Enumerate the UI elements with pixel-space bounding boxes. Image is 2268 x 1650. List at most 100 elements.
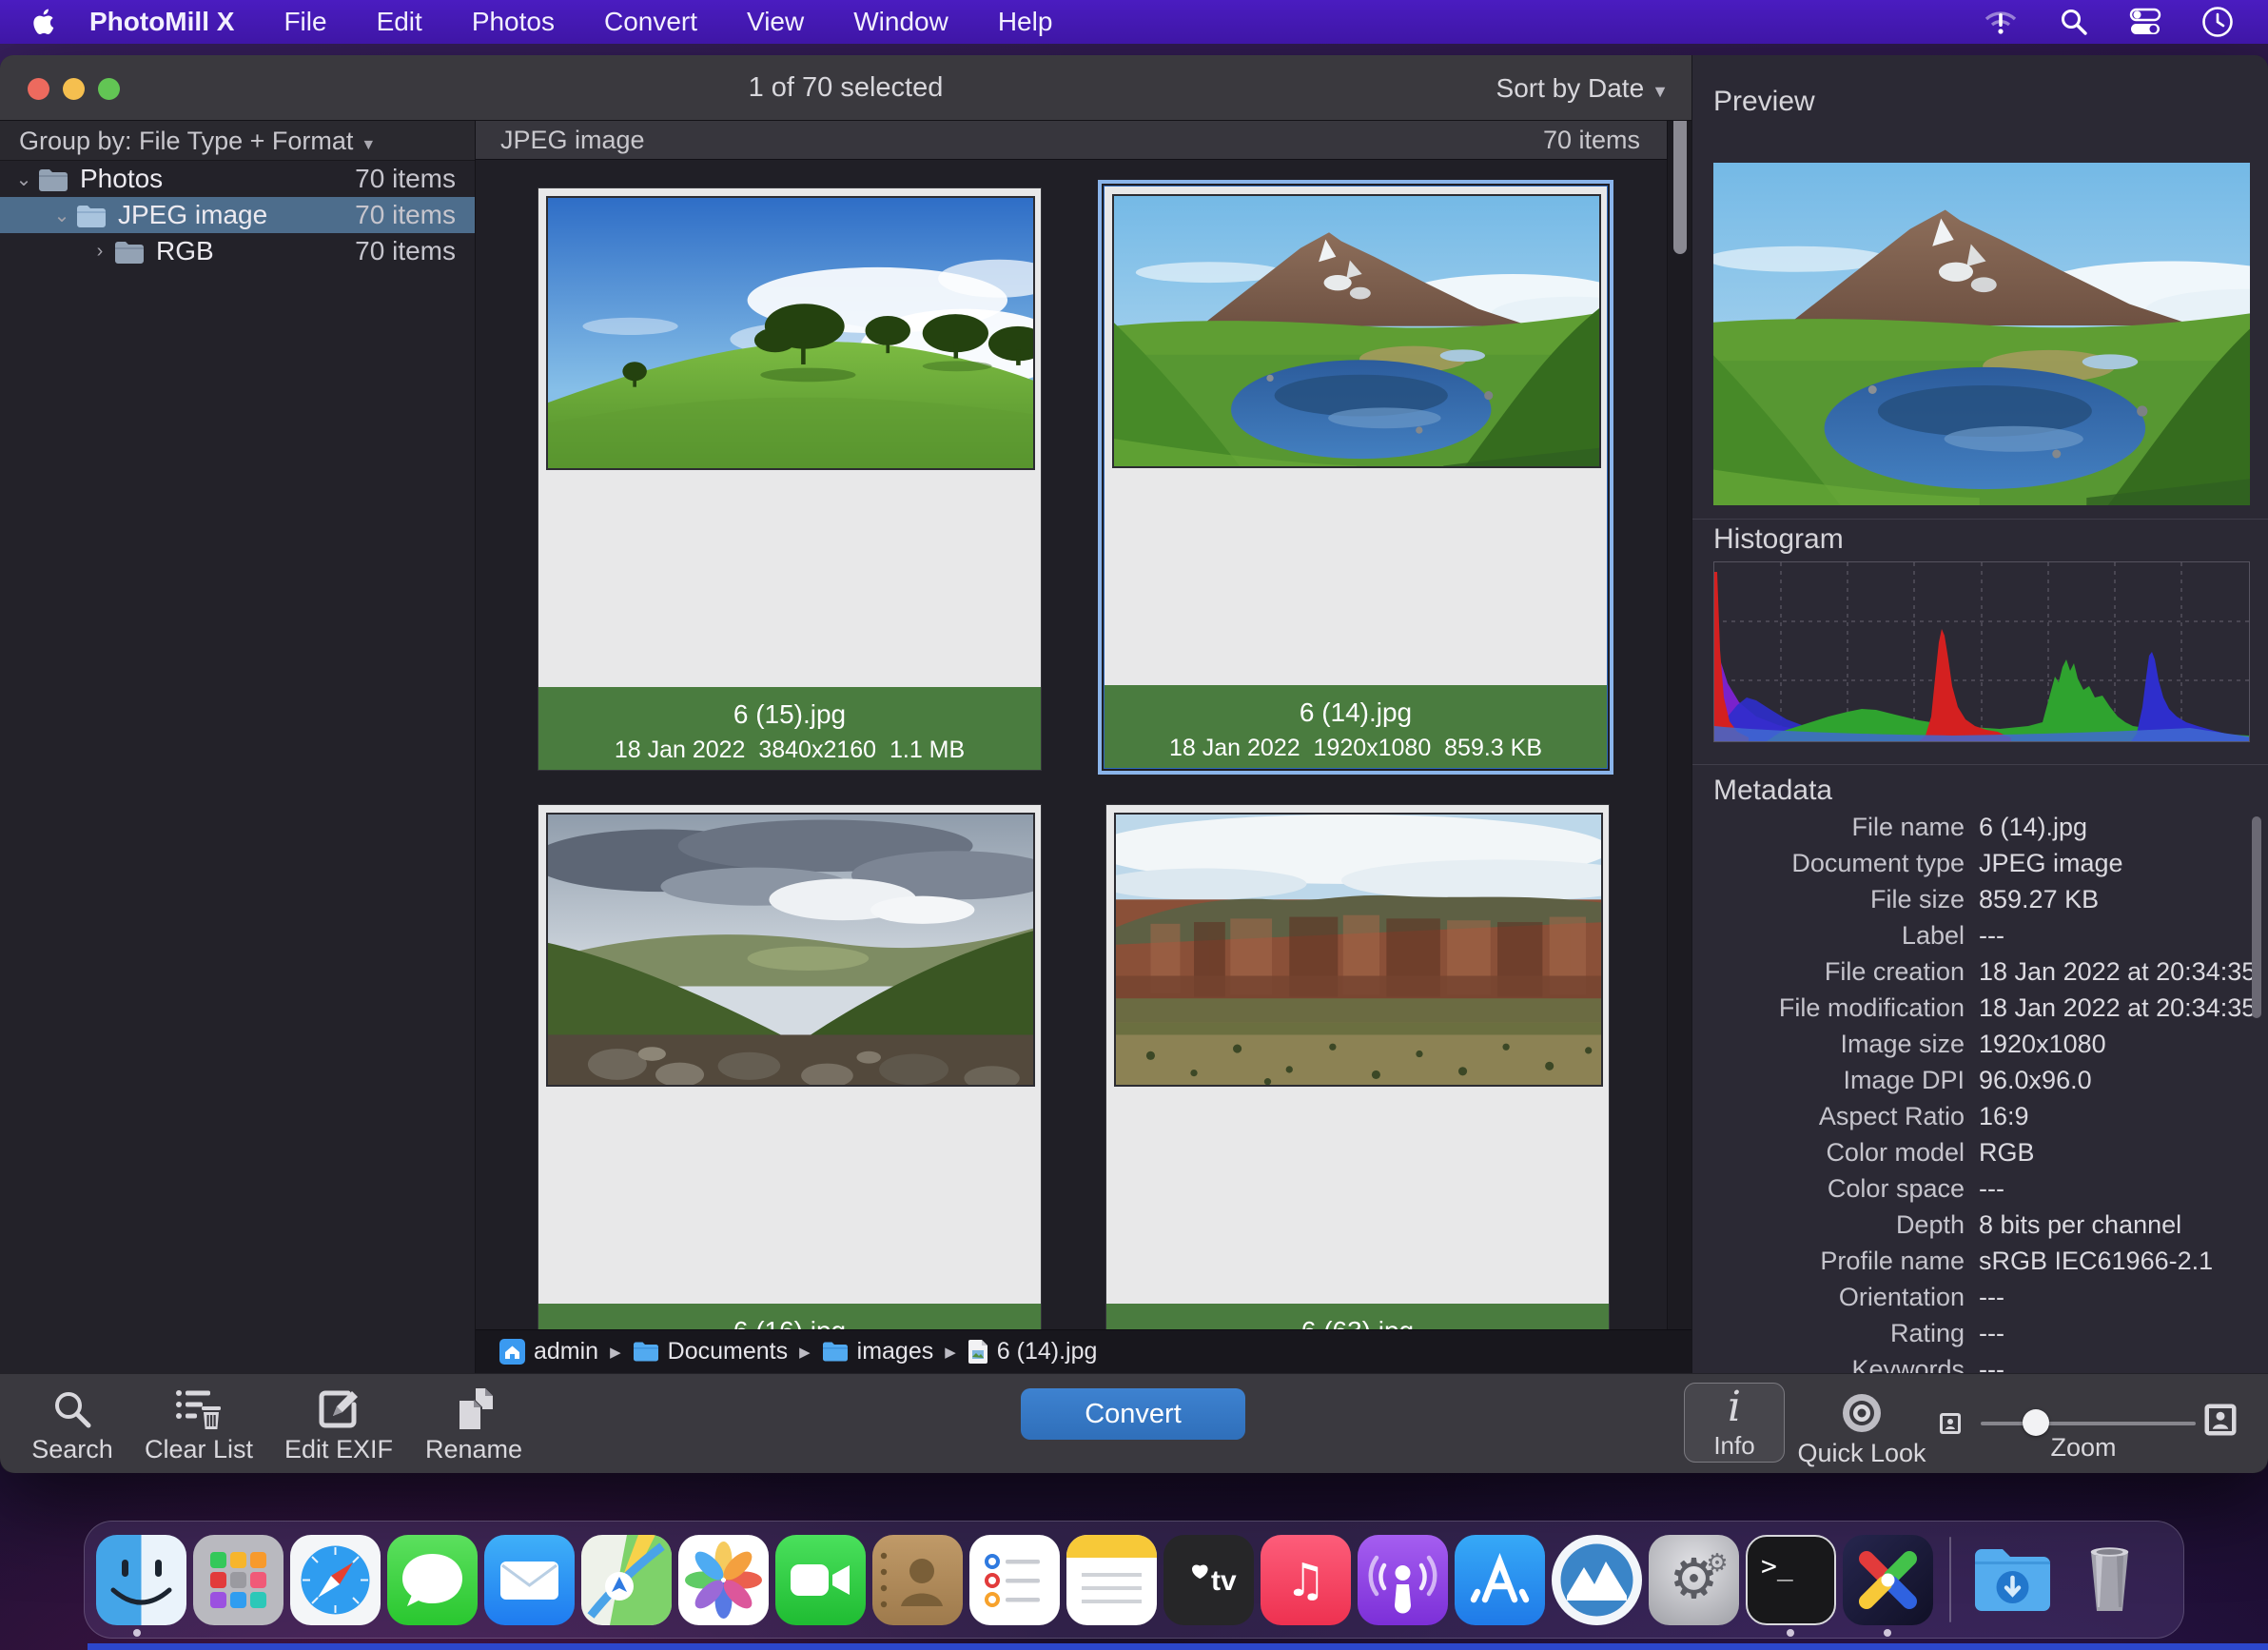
chevron-right-icon[interactable]: › <box>86 241 114 263</box>
photo-card-6-15[interactable]: 6 (15).jpg 18 Jan 2022 3840x2160 1.1 MB <box>538 187 1042 771</box>
chevron-down-icon[interactable]: ⌄ <box>48 204 76 227</box>
dock-podcasts-icon[interactable] <box>1358 1535 1448 1625</box>
zoom-slider-knob[interactable] <box>2023 1409 2049 1436</box>
menu-item-window[interactable]: Window <box>853 7 948 37</box>
dock-appstore-icon[interactable] <box>1455 1535 1545 1625</box>
group-by-button[interactable]: Group by: File Type + Format▼ <box>0 121 475 161</box>
dock: tv ♫ ⚙⚙ >_ <box>84 1521 2184 1639</box>
sidebar-item-jpeg-image[interactable]: ⌄ JPEG image 70 items <box>0 197 475 233</box>
desktop: PhotoMill X File Edit Photos Convert Vie… <box>0 0 2268 1650</box>
breadcrumb-item-file[interactable]: 6 (14).jpg <box>968 1338 1098 1365</box>
inspector-panel: Preview Histogram <box>1691 55 2268 1373</box>
apple-menu-icon[interactable] <box>32 8 57 36</box>
menu-item-view[interactable]: View <box>747 7 804 37</box>
dock-settings-icon[interactable]: ⚙⚙ <box>1649 1535 1739 1625</box>
dock-mail-icon[interactable] <box>484 1535 575 1625</box>
grid-scrollbar-thumb[interactable] <box>1673 121 1687 254</box>
dock-notes-icon[interactable] <box>1066 1535 1157 1625</box>
photo-card-6-63[interactable]: 6 (63).jpg <box>1105 804 1610 1329</box>
sidebar-item-label: JPEG image <box>118 200 267 230</box>
folder-icon <box>76 204 107 227</box>
svg-text:>_: >_ <box>1761 1550 1793 1582</box>
item-count: 70 items <box>355 164 456 194</box>
dock-finder-icon[interactable] <box>96 1535 186 1625</box>
rename-icon <box>407 1385 540 1433</box>
search-button[interactable]: Search <box>11 1374 133 1473</box>
dock-photomill-x-icon[interactable] <box>1843 1535 1933 1625</box>
dock-reminders-icon[interactable] <box>969 1535 1060 1625</box>
wifi-alert-icon[interactable] <box>1983 6 2019 38</box>
dock-messages-icon[interactable] <box>387 1535 478 1625</box>
dock-separator <box>1949 1537 1951 1622</box>
folder-icon <box>822 1341 849 1363</box>
zoom-control: Zoom <box>1922 1374 2264 1473</box>
selection-status: 1 of 70 selected <box>0 55 1691 121</box>
dock-contacts-icon[interactable] <box>872 1535 963 1625</box>
folder-icon <box>114 240 145 264</box>
photo-card-label: 6 (16).jpg <box>538 1304 1041 1329</box>
metadata-row: Color modelRGB <box>1692 1134 2246 1170</box>
clear-list-icon <box>133 1385 264 1433</box>
photo-card-label: 6 (15).jpg 18 Jan 2022 3840x2160 1.1 MB <box>538 687 1041 770</box>
image-file-icon <box>968 1339 988 1365</box>
info-button[interactable]: i Info <box>1684 1383 1785 1463</box>
photo-thumbnail <box>546 813 1035 1087</box>
rename-button[interactable]: Rename <box>407 1374 540 1473</box>
dock-terminal-icon[interactable]: >_ <box>1746 1535 1836 1625</box>
photo-card-6-16[interactable]: 6 (16).jpg <box>538 804 1042 1329</box>
dock-tv-icon[interactable]: tv <box>1163 1535 1254 1625</box>
metadata-row: Image DPI96.0x96.0 <box>1692 1062 2246 1098</box>
quick-look-button[interactable]: Quick Look <box>1794 1383 1929 1463</box>
dock-photomill-icon[interactable] <box>1552 1535 1642 1625</box>
grid-section-header: JPEG image 70 items <box>476 121 1667 160</box>
sort-by-button[interactable]: Sort by Date▼ <box>1496 55 1669 121</box>
clear-list-button[interactable]: Clear List <box>133 1374 264 1473</box>
menu-item-edit[interactable]: Edit <box>377 7 422 37</box>
metadata-row: File modification18 Jan 2022 at 20:34:35 <box>1692 990 2246 1026</box>
photo-card-6-14[interactable]: 6 (14).jpg 18 Jan 2022 1920x1080 859.3 K… <box>1104 186 1608 769</box>
control-center-icon[interactable] <box>2129 8 2161 36</box>
metadata-title: Metadata <box>1713 775 1832 807</box>
metadata-row: File size859.27 KB <box>1692 881 2246 917</box>
dock-safari-icon[interactable] <box>290 1535 381 1625</box>
dock-facetime-icon[interactable] <box>775 1535 866 1625</box>
zoom-in-image-icon[interactable] <box>2203 1403 2238 1437</box>
breadcrumb-item-admin[interactable]: admin <box>499 1338 598 1365</box>
metadata-row: Keywords--- <box>1692 1351 2246 1373</box>
photo-filename: 6 (15).jpg <box>538 699 1041 730</box>
metadata-scrollbar-thumb[interactable] <box>2252 816 2261 1018</box>
menu-item-file[interactable]: File <box>284 7 326 37</box>
metadata-row: Label--- <box>1692 917 2246 953</box>
svg-text:tv: tv <box>1211 1565 1237 1597</box>
photo-thumbnail <box>546 196 1035 470</box>
convert-button[interactable]: Convert <box>1021 1388 1245 1440</box>
menu-item-help[interactable]: Help <box>998 7 1053 37</box>
zoom-out-image-icon[interactable] <box>1939 1412 1962 1435</box>
breadcrumb: admin ▶ Documents ▶ images <box>476 1329 1691 1373</box>
dock-photos-icon[interactable] <box>678 1535 769 1625</box>
info-icon: i <box>1685 1384 1784 1431</box>
menu-app-name[interactable]: PhotoMill X <box>89 7 234 37</box>
menu-item-convert[interactable]: Convert <box>604 7 697 37</box>
zoom-slider-track[interactable] <box>1981 1422 2196 1425</box>
search-icon[interactable] <box>2059 7 2089 37</box>
chevron-down-icon[interactable]: ⌄ <box>10 167 38 191</box>
dock-trash-icon[interactable] <box>2064 1535 2155 1625</box>
section-title: JPEG image <box>500 126 645 154</box>
histogram-title: Histogram <box>1713 523 1844 556</box>
breadcrumb-item-images[interactable]: images <box>822 1338 934 1365</box>
edit-exif-button[interactable]: Edit EXIF <box>272 1374 405 1473</box>
sidebar-item-rgb[interactable]: › RGB 70 items <box>0 233 475 269</box>
photo-thumbnail <box>1114 813 1603 1087</box>
preview-title: Preview <box>1713 86 1815 118</box>
dock-maps-icon[interactable] <box>581 1535 672 1625</box>
menu-item-photos[interactable]: Photos <box>472 7 555 37</box>
clock-icon[interactable] <box>2201 6 2234 38</box>
dock-music-icon[interactable]: ♫ <box>1261 1535 1351 1625</box>
dock-downloads-folder-icon[interactable] <box>1967 1535 2058 1625</box>
sidebar-item-photos[interactable]: ⌄ Photos 70 items <box>0 161 475 197</box>
breadcrumb-item-documents[interactable]: Documents <box>633 1338 788 1365</box>
photo-details: 18 Jan 2022 1920x1080 859.3 KB <box>1105 735 1607 762</box>
sidebar: Group by: File Type + Format▼ ⌄ Photos 7… <box>0 121 476 1373</box>
dock-launchpad-icon[interactable] <box>193 1535 284 1625</box>
